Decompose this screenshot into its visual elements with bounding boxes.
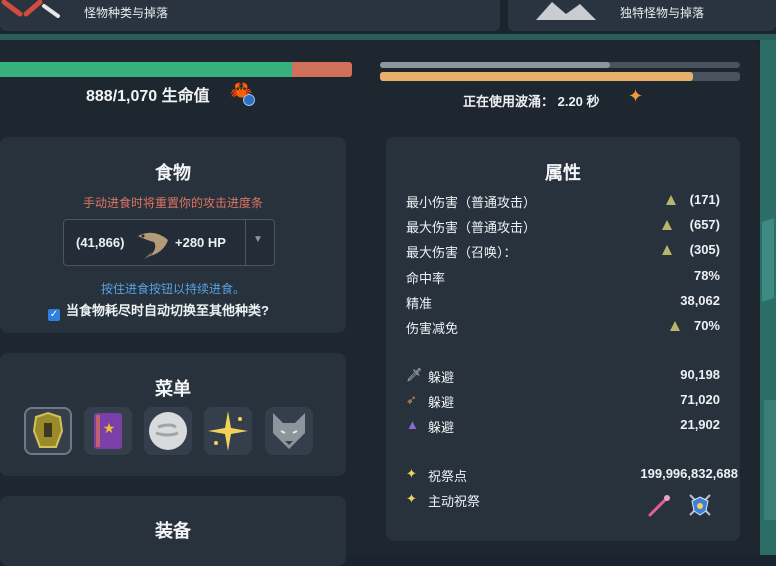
prayer-points-label: 祝祭点 (428, 469, 468, 484)
attr-value: 78% (693, 268, 720, 283)
wind-icon (149, 412, 187, 450)
prayer-star-icon: ✦ (406, 466, 417, 481)
wolf-icon (273, 413, 305, 449)
top-bar: 怪物种类与掉落 独特怪物与掉落 (0, 0, 776, 34)
attributes-title: 属性 (545, 163, 581, 183)
attr-row: 最大伤害（普通攻击） (657) (406, 217, 720, 235)
food-title: 食物 (155, 163, 191, 183)
health-bar-fill (0, 62, 293, 77)
bow-icon: ➶ (406, 392, 417, 407)
menu-title: 菜单 (155, 379, 191, 399)
attr-label: 命中率 (406, 271, 446, 286)
eat-food-button[interactable]: (41,866) +280 HP ▼ (63, 219, 275, 266)
dropdown-divider (245, 220, 246, 265)
attr-value: 38,062 (680, 293, 720, 308)
background-scenery (760, 40, 776, 555)
attr-label: 最大伤害（召唤）： (406, 245, 517, 260)
attr-value: (305) (689, 242, 720, 257)
evasion-row: ➶ 躲避 71,020 (406, 392, 720, 410)
equipment-card: 装备 (0, 496, 346, 566)
sparkle-icon (208, 411, 248, 451)
unique-monsters-tab[interactable]: 独特怪物与掉落 (508, 0, 776, 31)
food-card: 食物 手动进食时将重置你的攻击进度条 (41,866) +280 HP ▼ 按住… (0, 137, 346, 333)
food-dropdown-chevron-icon[interactable]: ▼ (253, 234, 263, 245)
enemy-attack-bar (380, 62, 740, 68)
food-warning: 手动进食时将重置你的攻击进度条 (82, 196, 263, 210)
food-heal-amount: +280 HP (175, 235, 226, 250)
active-prayer-wand-icon[interactable] (646, 493, 672, 519)
attr-value: (657) (689, 217, 720, 232)
crossed-swords-icon (1, 0, 60, 18)
monster-types-label: 怪物种类与掉落 (84, 6, 169, 20)
attr-value: (171) (689, 192, 720, 207)
prayer-star-icon: ✦ (406, 491, 417, 506)
wizard-hat-icon: ▲ (406, 417, 419, 432)
attack-progress-fill (380, 72, 694, 81)
attack-progress-bar (380, 72, 740, 81)
health-text: 888/1,070 生命值 (86, 88, 210, 105)
equipment-title: 装备 (155, 521, 191, 541)
unique-monster-icon (536, 2, 596, 20)
menu-card: 菜单 ★ (0, 353, 346, 476)
menu-wolf-button[interactable] (265, 407, 313, 455)
evasion-row: ▲ 躲避 21,902 (406, 417, 720, 435)
evasion-row: 🗡 躲避 90,198 (406, 367, 720, 385)
increase-arrow-icon (662, 220, 672, 230)
auto-switch-checkbox[interactable]: ✓ (48, 309, 60, 321)
menu-spellbook-button[interactable]: ★ (84, 407, 132, 455)
evasion-value: 71,020 (680, 392, 720, 407)
menu-wind-button[interactable] (144, 407, 192, 455)
food-hint: 按住进食按钮以持续进食。 (100, 282, 245, 296)
monster-types-tab[interactable]: 怪物种类与掉落 (0, 0, 500, 31)
evasion-label: 躲避 (428, 395, 455, 410)
fish-icon (138, 232, 168, 259)
attr-row: 最小伤害（普通攻击） (171) (406, 192, 720, 210)
attr-row: 最大伤害（召唤）： (305) (406, 242, 720, 260)
menu-armor-button[interactable] (24, 407, 72, 455)
food-count: (41,866) (76, 235, 125, 250)
auto-switch-option[interactable]: ✓ 当食物耗尽时自动切换至其他种类? (48, 300, 269, 321)
attr-row: 精准 38,062 (406, 293, 720, 311)
evasion-label: 躲避 (428, 420, 455, 435)
sword-icon: 🗡 (406, 367, 423, 382)
evasion-label: 躲避 (428, 370, 455, 385)
enemy-attack-fill (380, 62, 611, 68)
attr-label: 最小伤害（普通攻击） (406, 195, 537, 210)
attr-label: 精准 (406, 296, 433, 311)
evasion-value: 90,198 (680, 367, 720, 382)
increase-arrow-icon (662, 245, 672, 255)
active-prayer-label: 主动祝祭 (428, 494, 481, 509)
active-prayer-shield-icon[interactable] (686, 491, 714, 519)
active-prayer-row: ✦ 主动祝祭 (406, 491, 720, 509)
unique-monsters-label: 独特怪物与掉落 (620, 6, 705, 20)
attr-value: 70% (693, 318, 720, 333)
svg-text:★: ★ (103, 421, 116, 437)
spellbook-icon: ★ (94, 413, 122, 449)
attr-row: 命中率 78% (406, 268, 720, 286)
health-bar (0, 62, 352, 77)
armor-icon (32, 411, 64, 448)
attr-label: 最大伤害（普通攻击） (406, 220, 537, 235)
menu-sparkle-button[interactable] (204, 407, 252, 455)
surge-weapon-icon: ✦ (628, 86, 644, 106)
auto-switch-label: 当食物耗尽时自动切换至其他种类? (66, 303, 269, 318)
prayer-points-value: 199,996,832,688 (640, 466, 738, 481)
increase-arrow-icon (666, 195, 676, 205)
evasion-value: 21,902 (680, 417, 720, 432)
timer-badge-icon (243, 94, 255, 106)
increase-arrow-icon (670, 321, 680, 331)
prayer-points-row: ✦ 祝祭点 199,996,832,688 (406, 466, 738, 484)
attr-row: 伤害减免 70% (406, 318, 720, 336)
attr-label: 伤害减免 (406, 321, 459, 336)
attributes-card: 属性 最小伤害（普通攻击） (171) 最大伤害（普通攻击） (657) 最大伤… (386, 137, 740, 541)
attack-style-text: 正在使用波涌： 2.20 秒 (463, 94, 600, 109)
